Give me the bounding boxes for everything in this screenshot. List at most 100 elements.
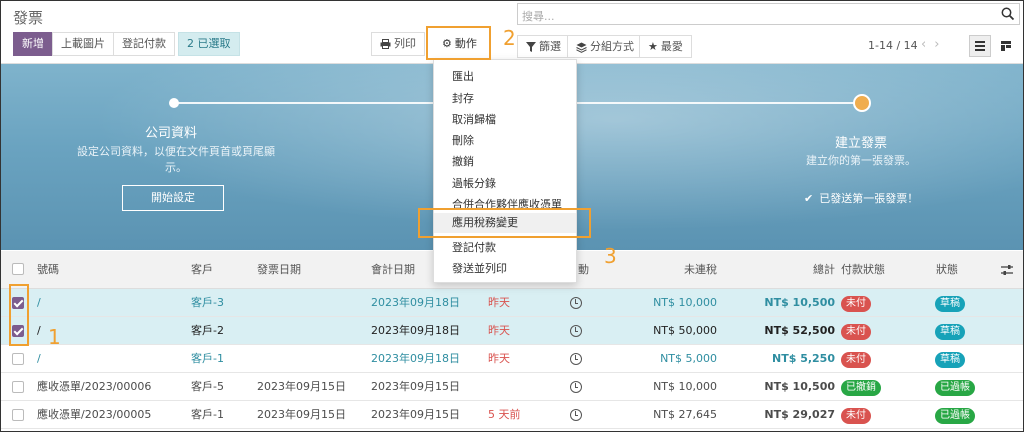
cell-due: 5 天前 [488, 408, 521, 421]
cell-customer: 客戶-5 [191, 380, 224, 393]
header-status[interactable]: 狀態 [936, 251, 958, 289]
chevron-left-icon[interactable]: ‹ [921, 37, 934, 52]
cell-number: 應收憑單/2023/00006 [37, 380, 152, 393]
annotation-number-3: 3 [604, 244, 617, 268]
cell-state: 草稿 [935, 289, 965, 317]
cell-total: NT$ 10,500 [764, 380, 835, 393]
cell-state: 已過帳 [935, 401, 975, 429]
print-label: 列印 [394, 37, 416, 50]
header-number[interactable]: 號碼 [37, 251, 59, 289]
new-button[interactable]: 新增 [13, 32, 53, 56]
header-accounting-date[interactable]: 會計日期 [371, 251, 415, 289]
menu-item-unarchive[interactable]: 取消歸檔 [452, 111, 496, 127]
table-row[interactable]: / 客戶-3 2023年09月18日 昨天 NT$ 10,000 NT$ 10,… [1, 289, 1023, 317]
cell-number: / [37, 324, 41, 337]
cell-customer: 客戶-1 [191, 408, 224, 421]
step1-desc-line1: 設定公司資料，以便在文件頁首或頁尾顯 [77, 145, 275, 158]
chevron-right-icon[interactable]: › [934, 37, 947, 52]
start-setup-button[interactable]: 開始設定 [122, 185, 224, 211]
cell-invoice-date: 2023年09月15日 [257, 380, 346, 393]
search-icon[interactable] [1001, 7, 1015, 21]
state-badge: 已過帳 [935, 408, 975, 424]
cell-untaxed: NT$ 27,645 [653, 408, 717, 421]
search-input[interactable]: 搜尋... [517, 3, 1020, 25]
row-checkbox[interactable] [12, 381, 24, 393]
cell-untaxed: NT$ 10,000 [653, 380, 717, 393]
cell-due: 昨天 [488, 324, 510, 337]
header-payment-status[interactable]: 付款狀態 [841, 251, 885, 289]
cell-payment: 未付 [841, 401, 871, 429]
group-by-label: 分組方式 [590, 40, 634, 53]
group-by-button[interactable]: 分組方式 [567, 35, 643, 58]
header-customer[interactable]: 客戶 [191, 251, 213, 289]
menu-item-send-print[interactable]: 發送並列印 [452, 260, 507, 276]
step2-check-icon [853, 94, 871, 112]
step2-done: ✔ 已發送第一張發票！ [804, 190, 918, 206]
header-untaxed[interactable]: 未連稅 [631, 251, 717, 289]
cell-total: NT$ 52,500 [764, 324, 835, 337]
row-checkbox[interactable] [12, 353, 24, 365]
pager-arrows[interactable]: ‹› [921, 37, 947, 52]
table-row[interactable]: / 客戶-1 2023年09月18日 昨天 NT$ 5,000 NT$ 5,25… [1, 345, 1023, 373]
page-title: 發票 [13, 9, 44, 27]
clock-icon[interactable] [570, 409, 582, 421]
payment-badge: 未付 [841, 352, 871, 368]
cell-due: 昨天 [488, 352, 510, 365]
annotation-box-tax-change [418, 208, 591, 238]
list-view-icon[interactable] [969, 35, 991, 57]
print-button[interactable]: 列印 [371, 32, 425, 56]
favorites-button[interactable]: ★ 最愛 [639, 35, 692, 58]
cell-accounting-date: 2023年09月18日 [371, 352, 460, 365]
cell-accounting-date: 2023年09月15日 [371, 408, 460, 421]
cell-accounting-date: 2023年09月18日 [371, 324, 460, 337]
cell-state: 已過帳 [935, 373, 975, 401]
menu-item-reverse[interactable]: 撤銷 [452, 153, 474, 169]
clock-icon[interactable] [570, 297, 582, 309]
header-invoice-date[interactable]: 發票日期 [257, 251, 301, 289]
selected-count-badge[interactable]: 2 已選取 [178, 32, 240, 56]
filter-label: 篩選 [539, 40, 561, 53]
menu-item-register-payment[interactable]: 登記付款 [452, 239, 496, 255]
step2-title: 建立發票 [834, 136, 887, 151]
cell-accounting-date: 2023年09月18日 [371, 296, 460, 309]
pager-value[interactable]: 1-14 / 14 [868, 39, 918, 52]
row-checkbox[interactable] [12, 409, 24, 421]
table-row[interactable]: 應收憑單/2023/00005 客戶-1 2023年09月15日 2023年09… [1, 401, 1023, 429]
menu-item-post-entries[interactable]: 過帳分錄 [452, 175, 496, 191]
cell-number: / [37, 352, 41, 365]
step2-done-label: 已發送第一張發票！ [819, 192, 919, 205]
check-icon: ✔ [804, 192, 814, 205]
filter-button[interactable]: 篩選 [517, 35, 570, 58]
pivot-view-icon[interactable] [995, 35, 1017, 57]
cell-untaxed: NT$ 50,000 [653, 324, 717, 337]
cell-accounting-date: 2023年09月15日 [371, 380, 460, 393]
table-row[interactable]: 應收憑單/2023/00006 客戶-5 2023年09月15日 2023年09… [1, 373, 1023, 401]
menu-item-archive[interactable]: 封存 [452, 90, 474, 106]
annotation-number-1: 1 [48, 325, 61, 349]
clock-icon[interactable] [570, 325, 582, 337]
column-settings-icon[interactable] [1001, 264, 1013, 276]
cell-payment: 已撤銷 [841, 373, 881, 401]
table-row[interactable]: / 客戶-2 2023年09月18日 昨天 NT$ 50,000 NT$ 52,… [1, 317, 1023, 345]
payment-badge: 未付 [841, 296, 871, 312]
payment-badge: 未付 [841, 324, 871, 340]
clock-icon[interactable] [570, 381, 582, 393]
cell-payment: 未付 [841, 345, 871, 373]
select-all-checkbox[interactable] [12, 263, 24, 275]
clock-icon[interactable] [570, 353, 582, 365]
step1-desc: 設定公司資料，以便在文件頁首或頁尾顯 示。 [61, 144, 291, 176]
cell-untaxed: NT$ 10,000 [653, 296, 717, 309]
register-payment-button[interactable]: 登記付款 [113, 32, 175, 56]
cell-payment: 未付 [841, 289, 871, 317]
cell-untaxed: NT$ 5,000 [660, 352, 717, 365]
cell-state: 草稿 [935, 345, 965, 373]
cell-invoice-date: 2023年09月15日 [257, 408, 346, 421]
upload-button[interactable]: 上載圖片 [52, 32, 114, 56]
header-total[interactable]: 總計 [741, 251, 835, 289]
menu-item-export[interactable]: 匯出 [452, 68, 474, 84]
search-placeholder: 搜尋... [522, 10, 555, 23]
step1-dot [169, 98, 179, 108]
payment-badge: 已撤銷 [841, 380, 881, 396]
menu-item-delete[interactable]: 刪除 [452, 132, 474, 148]
header-activity[interactable]: 動 [578, 251, 589, 289]
